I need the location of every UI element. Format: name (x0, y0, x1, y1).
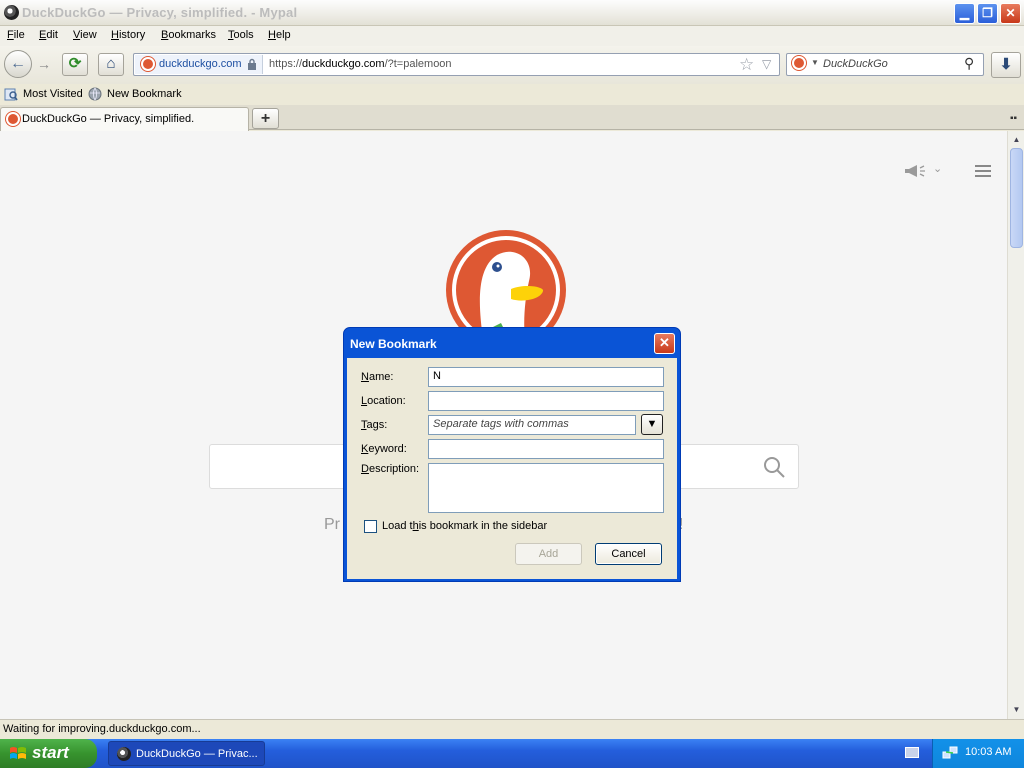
name-field[interactable]: N (428, 367, 664, 387)
start-label: start (32, 743, 69, 762)
description-field[interactable] (428, 463, 664, 513)
menu-help[interactable]: Help (268, 29, 291, 41)
tags-dropdown-button[interactable]: ▼ (641, 414, 663, 435)
mypal-app-icon (4, 5, 19, 20)
navigation-toolbar: ← → ⟳ ⌂ duckduckgo.com https://duckduckg… (0, 46, 1024, 84)
tab-duckduckgo[interactable]: DuckDuckGo — Privacy, simplified. (0, 107, 249, 131)
keyword-label: Keyword: (361, 443, 407, 455)
tagline-left-fragment: Pr (324, 516, 340, 533)
url-history-dropmark-icon[interactable]: ▽ (762, 57, 771, 71)
cancel-button[interactable]: Cancel (595, 543, 662, 565)
url-text[interactable]: https://duckduckgo.com/?t=palemoon (269, 58, 452, 70)
network-icon[interactable] (942, 746, 958, 760)
keyword-field[interactable] (428, 439, 664, 459)
description-label: Description: (361, 463, 420, 475)
sidebar-checkbox[interactable] (364, 520, 377, 533)
add-button[interactable]: Add (515, 543, 582, 565)
search-icon[interactable] (762, 455, 786, 479)
globe-icon (88, 87, 102, 101)
system-tray: 10:03 AM (932, 739, 1024, 768)
name-label: Name: (361, 371, 394, 383)
clock: 10:03 AM (965, 746, 1012, 758)
search-input[interactable]: DuckDuckGo (823, 58, 888, 70)
home-button[interactable]: ⌂ (98, 53, 124, 76)
dialog-body: Name: N Location: Tags: Separate tags wi… (347, 358, 677, 579)
minimize-button[interactable]: ▁ (954, 3, 975, 24)
url-bar[interactable]: duckduckgo.com https://duckduckgo.com/?t… (133, 53, 780, 76)
tags-field[interactable]: Separate tags with commas (428, 415, 636, 435)
bookmark-star-icon[interactable]: ☆ (739, 55, 754, 75)
chevron-down-icon[interactable]: ⌄ (933, 162, 942, 175)
close-window-button[interactable]: ✕ (1000, 3, 1021, 24)
list-all-tabs-icon[interactable]: ▪▪ (1010, 113, 1017, 124)
search-bar[interactable]: ▼ DuckDuckGo ⚲ (786, 53, 984, 76)
tab-label: DuckDuckGo — Privacy, simplified. (22, 113, 195, 125)
status-text: Waiting for improving.duckduckgo.com... (3, 723, 201, 735)
new-bookmark-dialog: New Bookmark ✕ Name: N Location: Tags: S… (343, 327, 681, 582)
ddg-favicon-icon (141, 57, 155, 71)
tags-label: Tags: (361, 419, 388, 431)
most-visited-folder-icon (4, 88, 18, 101)
bookmark-most-visited[interactable]: Most Visited (23, 88, 83, 100)
megaphone-icon[interactable] (904, 164, 926, 178)
tab-favicon-icon (6, 112, 20, 126)
identity-domain: duckduckgo.com (159, 58, 242, 70)
new-tab-button[interactable]: + (252, 108, 279, 129)
reload-button[interactable]: ⟳ (62, 53, 88, 76)
keyboard-icon[interactable] (905, 747, 919, 758)
location-field[interactable] (428, 391, 664, 411)
tab-strip: DuckDuckGo — Privacy, simplified. + ▪▪ (0, 105, 1024, 131)
menu-file[interactable]: File (7, 29, 25, 41)
window-titlebar[interactable]: DuckDuckGo — Privacy, simplified. - Mypa… (0, 0, 1024, 26)
search-go-icon[interactable]: ⚲ (964, 55, 974, 72)
engine-dropdown-icon[interactable]: ▼ (811, 58, 819, 67)
taskbar-item-label: DuckDuckGo — Privac... (136, 748, 258, 760)
dialog-title: New Bookmark (350, 337, 437, 351)
window-title: DuckDuckGo — Privacy, simplified. - Mypa… (22, 5, 298, 20)
menu-bar: File Edit View History Bookmarks Tools H… (0, 26, 1024, 46)
hamburger-menu-icon[interactable] (975, 165, 991, 177)
sidebar-checkbox-label[interactable]: Load this bookmark in the sidebar (382, 520, 547, 532)
lock-icon (248, 58, 256, 70)
site-identity-button[interactable]: duckduckgo.com (135, 55, 263, 74)
menu-tools[interactable]: Tools (228, 29, 254, 41)
windows-flag-icon (10, 747, 26, 759)
scroll-down-button[interactable]: ▼ (1009, 702, 1024, 717)
bookmark-new-bookmark[interactable]: New Bookmark (107, 88, 182, 100)
menu-view[interactable]: View (73, 29, 97, 41)
start-button[interactable]: start (0, 739, 97, 768)
menu-history[interactable]: History (111, 29, 145, 41)
bookmarks-toolbar: Most Visited New Bookmark (0, 84, 1024, 105)
location-label: Location: (361, 395, 406, 407)
menu-bookmarks[interactable]: Bookmarks (161, 29, 216, 41)
dialog-close-button[interactable]: ✕ (654, 333, 675, 354)
menu-edit[interactable]: Edit (39, 29, 58, 41)
status-bar: Waiting for improving.duckduckgo.com... (0, 719, 1024, 739)
search-engine-ddg-icon[interactable] (792, 56, 806, 70)
windows-taskbar: start DuckDuckGo — Privac... 10:03 AM (0, 739, 1024, 768)
scroll-up-button[interactable]: ▲ (1009, 132, 1024, 147)
taskbar-item-mypal[interactable]: DuckDuckGo — Privac... (108, 741, 265, 766)
downloads-button[interactable]: ⬇ (991, 52, 1021, 78)
maximize-button[interactable]: ❐ (977, 3, 998, 24)
forward-button[interactable]: → (34, 55, 54, 73)
taskbar-app-icon (117, 747, 131, 761)
scroll-thumb[interactable] (1010, 148, 1023, 248)
vertical-scrollbar[interactable]: ▲ ▼ (1007, 131, 1024, 719)
back-button[interactable]: ← (4, 50, 32, 78)
